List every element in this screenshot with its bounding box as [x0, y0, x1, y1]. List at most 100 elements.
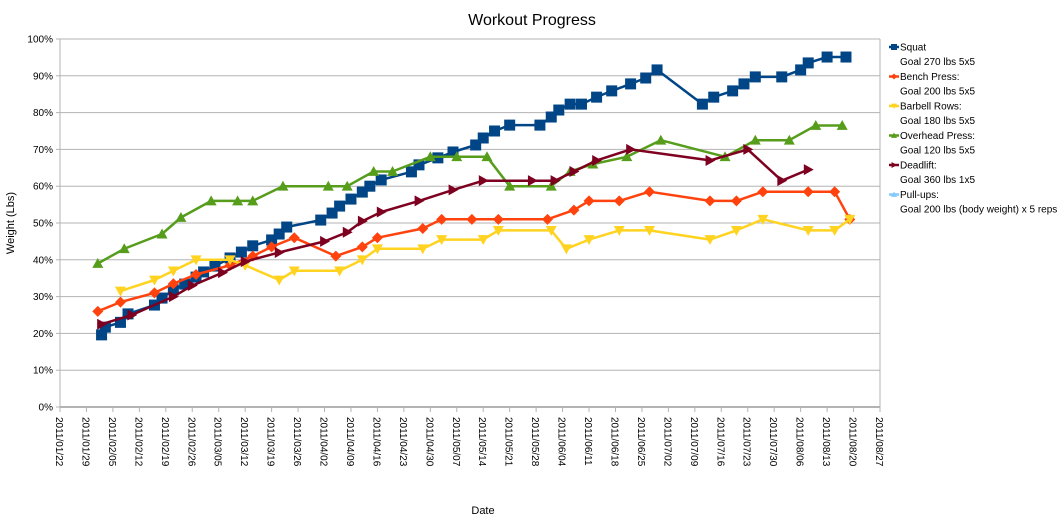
- data-point: [696, 98, 708, 110]
- data-point: [821, 51, 833, 63]
- data-point: [776, 71, 788, 83]
- data-point: [527, 175, 538, 187]
- series-line: [97, 190, 851, 313]
- legend-swatch-marker: [891, 162, 897, 168]
- x-tick-label: 2011/06/18: [608, 417, 619, 467]
- y-tick-label: 10%: [33, 366, 53, 377]
- data-point: [591, 91, 603, 103]
- data-point: [550, 175, 561, 187]
- legend-name: Squat: [900, 43, 926, 54]
- x-tick-label: 2011/07/16: [714, 417, 725, 467]
- data-point: [553, 104, 565, 116]
- series-overhead-press: [92, 119, 848, 268]
- y-tick-label: 0%: [39, 403, 54, 414]
- x-tick-label: 2011/05/14: [476, 417, 487, 467]
- data-point: [568, 204, 580, 216]
- series-line: [100, 55, 846, 336]
- data-point: [175, 211, 187, 222]
- legend-goal: Goal 360 lbs 1x5: [900, 175, 975, 186]
- y-tick-label: 60%: [33, 182, 53, 193]
- data-point: [345, 193, 357, 205]
- data-point: [504, 119, 516, 131]
- data-point: [247, 240, 259, 252]
- chart-title: Workout Progress: [468, 12, 596, 29]
- data-point: [364, 180, 376, 192]
- data-point: [625, 78, 637, 90]
- data-point: [417, 223, 429, 235]
- x-tick-label: 2011/06/25: [635, 417, 646, 467]
- x-tick-label: 2011/07/09: [688, 417, 699, 467]
- x-tick-label: 2011/04/30: [423, 417, 434, 467]
- data-point: [315, 214, 327, 226]
- series-barbell-rows: [114, 214, 856, 297]
- data-point: [534, 119, 546, 131]
- x-tick-label: 2011/04/16: [370, 417, 381, 467]
- y-tick-label: 80%: [33, 108, 53, 119]
- data-point: [478, 175, 489, 187]
- data-point: [320, 235, 331, 247]
- data-point: [218, 267, 228, 279]
- x-tick-label: 2011/01/29: [79, 417, 90, 467]
- x-axis-ticks: 2011/01/22 2011/01/29 2011/02/05 2011/02/12…: [53, 407, 884, 467]
- x-axis-label: Date: [471, 505, 494, 517]
- x-tick-label: 2011/03/05: [212, 417, 223, 467]
- y-tick-label: 40%: [33, 255, 53, 266]
- data-point: [334, 200, 346, 212]
- legend-name: Pull-ups:: [900, 190, 939, 201]
- data-point: [606, 85, 618, 97]
- legend-goal: Goal 120 lbs 5x5: [900, 146, 975, 157]
- y-tick-label: 70%: [33, 145, 53, 156]
- data-point: [114, 296, 126, 308]
- data-point: [749, 71, 761, 83]
- data-point: [651, 64, 663, 76]
- data-point: [802, 57, 814, 69]
- x-tick-label: 2011/02/19: [159, 417, 170, 467]
- x-tick-label: 2011/08/13: [820, 417, 831, 467]
- data-point: [840, 51, 852, 63]
- legend-goal: Goal 200 lbs (body weight) x 5 reps: [900, 205, 1057, 216]
- x-tick-label: 2011/05/28: [529, 417, 540, 467]
- x-tick-label: 2011/02/05: [106, 417, 117, 467]
- data-point: [274, 246, 285, 258]
- data-point: [613, 195, 625, 207]
- data-point: [777, 175, 788, 187]
- legend-name: Barbell Rows:: [900, 102, 962, 113]
- legend-item: Bench Press: Goal 200 lbs 5x5: [889, 72, 975, 98]
- data-point: [477, 132, 489, 144]
- data-point: [727, 85, 739, 97]
- data-point: [829, 186, 841, 198]
- x-tick-label: 2011/07/30: [767, 417, 778, 467]
- y-tick-label: 90%: [33, 71, 53, 82]
- data-point: [114, 286, 126, 297]
- legend-swatch-marker: [891, 73, 897, 80]
- legend: Squat Goal 270 lbs 5x5 Bench Press: Goal 20…: [889, 43, 1057, 216]
- legend-name: Overhead Press:: [900, 131, 975, 142]
- data-point: [802, 186, 814, 198]
- data-point: [288, 232, 300, 244]
- x-tick-label: 2011/03/26: [291, 417, 302, 467]
- data-point: [489, 125, 501, 137]
- data-point: [583, 195, 595, 207]
- data-point: [738, 78, 750, 90]
- data-point: [357, 215, 368, 227]
- x-tick-label: 2011/03/19: [265, 417, 276, 467]
- y-tick-label: 50%: [33, 219, 53, 230]
- legend-item: Deadlift: Goal 360 lbs 1x5: [889, 161, 975, 186]
- data-point: [730, 195, 742, 207]
- y-axis-label: Weight (Lbs): [5, 192, 17, 254]
- x-tick-label: 2011/05/07: [450, 417, 461, 467]
- x-tick-label: 2011/04/09: [344, 417, 355, 467]
- data-point: [371, 232, 383, 244]
- x-tick-label: 2011/08/27: [873, 417, 884, 467]
- workout-progress-chart: Workout Progress 0% 10% 20% 30% 40% 50% 60% 70%…: [5, 12, 1057, 517]
- data-point: [705, 154, 716, 166]
- data-point: [281, 221, 293, 233]
- data-point: [643, 186, 655, 198]
- legend-item: Overhead Press: Goal 120 lbs 5x5: [889, 131, 975, 157]
- data-point: [640, 72, 652, 84]
- x-tick-label: 2011/06/04: [556, 417, 567, 467]
- legend-name: Deadlift:: [900, 161, 937, 172]
- series-line: [101, 148, 809, 326]
- x-tick-label: 2011/04/02: [318, 417, 329, 467]
- legend-name: Bench Press:: [900, 72, 959, 83]
